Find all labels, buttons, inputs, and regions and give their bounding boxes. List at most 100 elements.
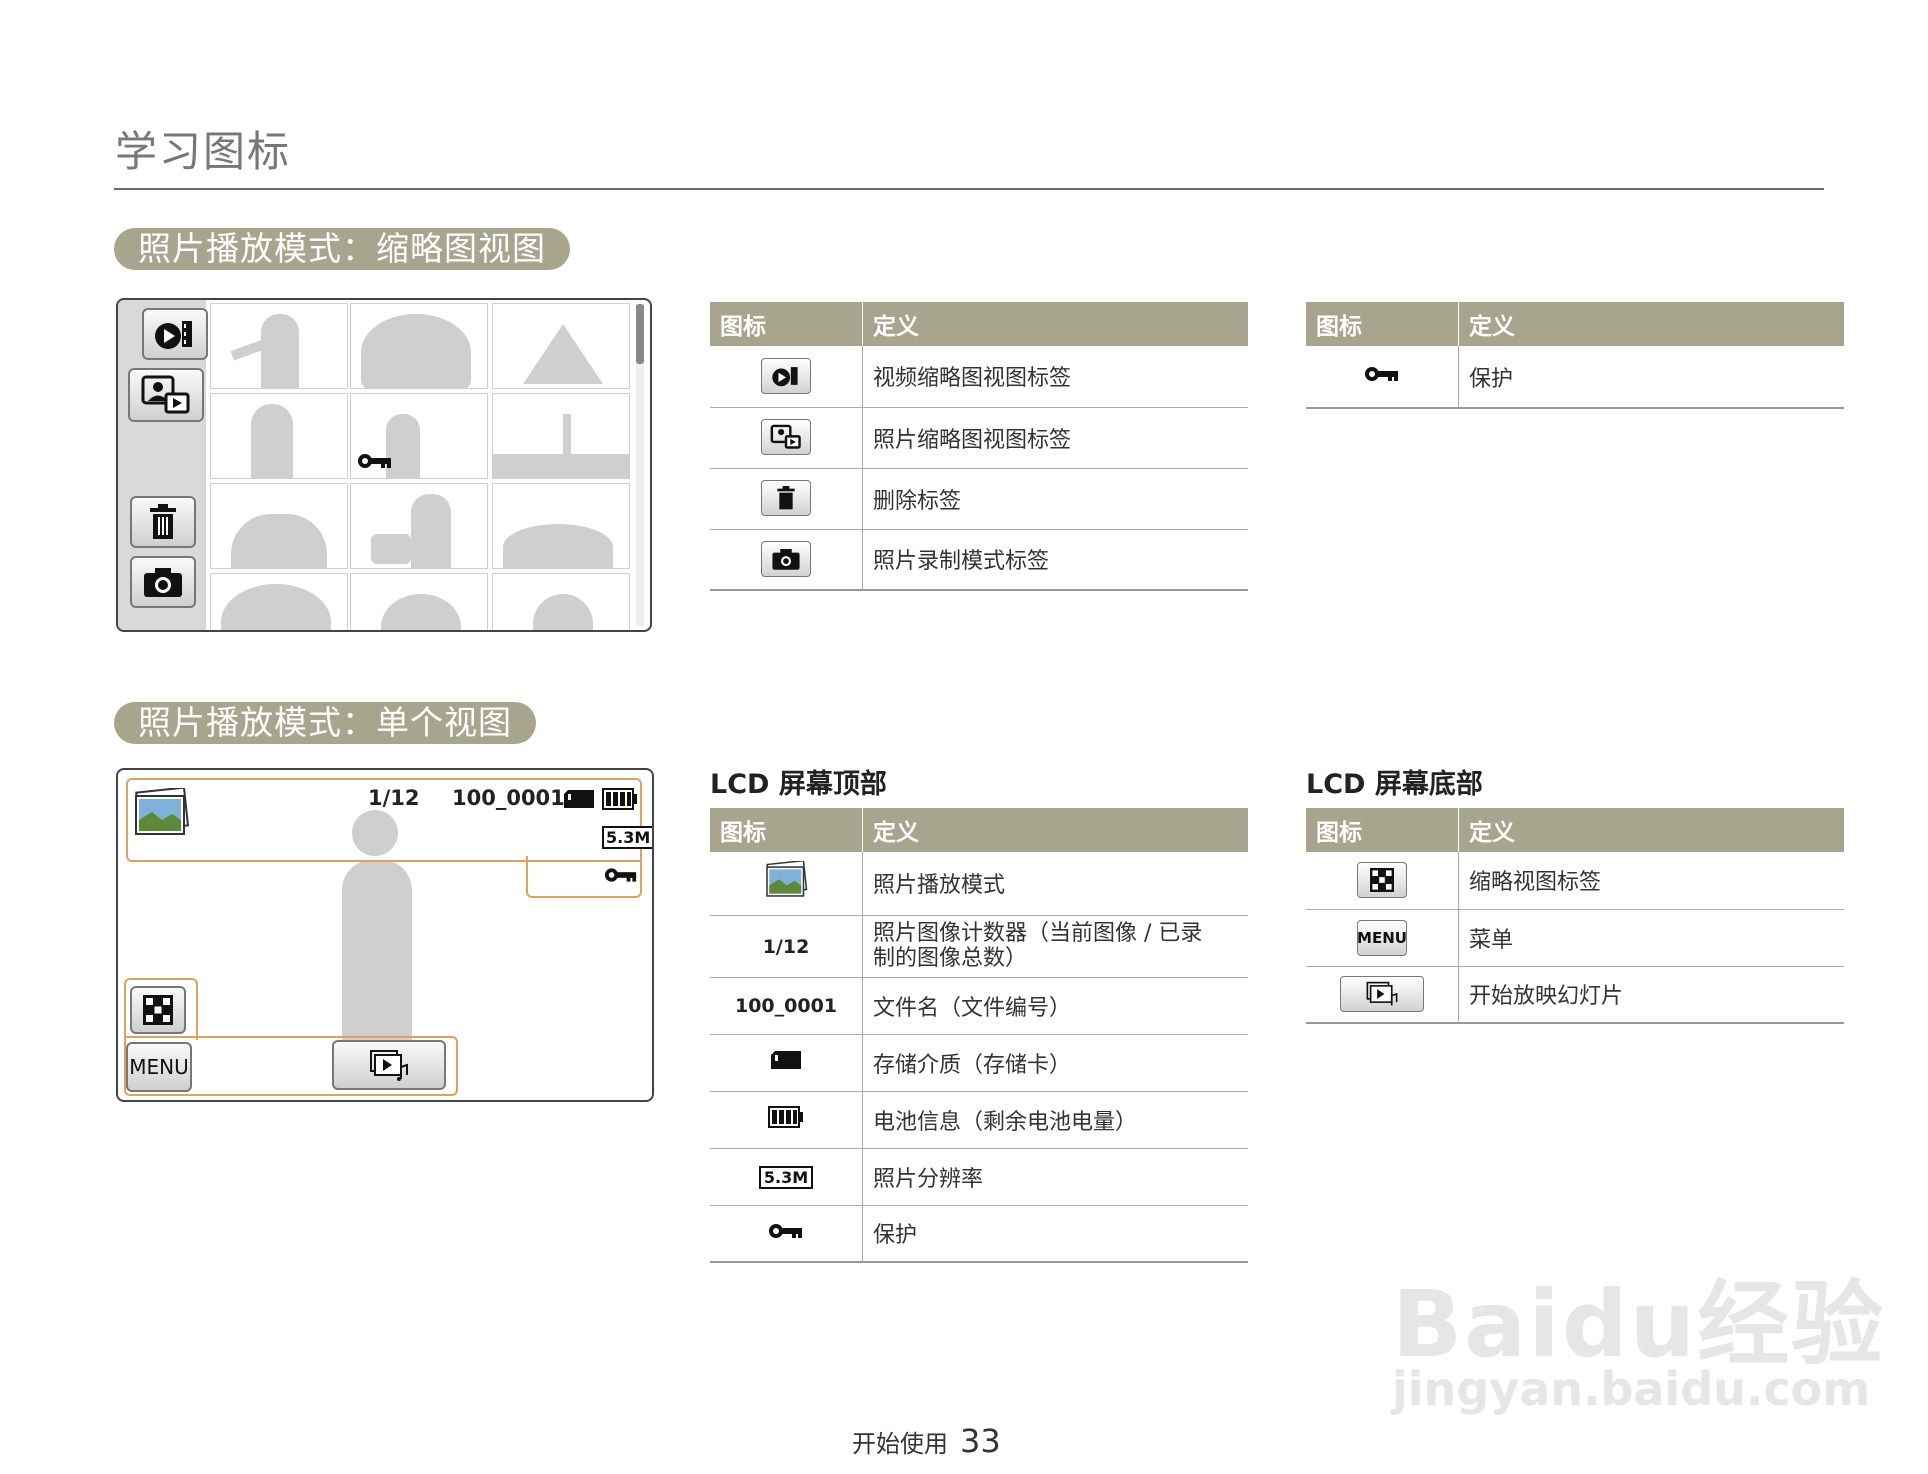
table-heading-top: LCD 屏幕顶部 xyxy=(710,769,887,800)
resolution-icon: 5.3M xyxy=(758,1166,814,1189)
table-row: 照片录制模式标签 xyxy=(710,529,1248,591)
thumbnail-image[interactable] xyxy=(210,573,348,630)
image-counter-label: 1/12 xyxy=(762,935,810,958)
footer-label: 开始使用 xyxy=(852,1430,948,1458)
table-row: 电池信息（剩余电池电量） xyxy=(710,1091,1248,1149)
definition-text: 缩略视图标签 xyxy=(1458,852,1844,910)
thumbnail-view-button[interactable] xyxy=(130,986,186,1034)
table-row: 照片播放模式 xyxy=(710,852,1248,916)
column-header: 定义 xyxy=(1458,302,1844,346)
column-header: 图标 xyxy=(1306,808,1459,852)
thumbnail-image[interactable] xyxy=(210,393,348,479)
menu-button[interactable]: MENU xyxy=(126,1042,192,1092)
table-heading-bottom: LCD 屏幕底部 xyxy=(1306,769,1483,800)
table-row: 保护 xyxy=(1306,346,1844,409)
scrollbar-track[interactable] xyxy=(636,304,644,626)
key-icon xyxy=(769,1223,802,1238)
thumbnail-view-icon xyxy=(143,995,173,1025)
table-row: 视频缩略图视图标签 xyxy=(710,346,1248,408)
definition-text: 制的图像总数） xyxy=(873,946,1028,971)
section-title-thumbnail: 照片播放模式：缩略图视图 xyxy=(114,228,570,270)
table-row: 5.3M 照片分辨率 xyxy=(710,1148,1248,1206)
column-header: 图标 xyxy=(710,808,863,852)
trash-icon xyxy=(761,480,811,516)
photo-playback-icon xyxy=(766,860,808,897)
video-thumbnail-tab-icon xyxy=(761,357,811,394)
definition-text: 保护 xyxy=(1458,346,1844,409)
photo-thumbnail-tab[interactable] xyxy=(128,368,204,422)
battery-icon xyxy=(768,1105,803,1128)
page-number: 33 xyxy=(960,1422,1001,1460)
photo-thumbnail-tab-icon xyxy=(761,418,811,455)
camera-icon xyxy=(144,568,182,597)
photo-record-tab[interactable] xyxy=(130,556,196,608)
lcd-bottom-table: 图标 定义 缩略视图标签 MENU 菜单 开始放映幻灯片 xyxy=(1306,808,1844,1024)
table-row: 开始放映幻灯片 xyxy=(1306,966,1844,1024)
definition-text: 照片播放模式 xyxy=(862,852,1248,916)
thumbnail-image[interactable] xyxy=(492,483,630,569)
slideshow-icon xyxy=(370,1050,408,1081)
table-row: 缩略视图标签 xyxy=(1306,852,1844,910)
column-header: 定义 xyxy=(862,808,1248,852)
page-title: 学习图标 xyxy=(115,127,292,176)
thumbnail-protect-table: 图标 定义 保护 xyxy=(1306,302,1844,409)
definition-text: 开始放映幻灯片 xyxy=(1458,966,1844,1024)
thumbnail-image[interactable] xyxy=(492,393,630,479)
thumbnail-image[interactable] xyxy=(350,393,488,479)
definition-text: 文件名（文件编号） xyxy=(862,977,1248,1035)
image-counter: 1/12 xyxy=(368,786,420,810)
column-header: 定义 xyxy=(862,302,1248,346)
thumbnail-image[interactable] xyxy=(492,303,630,389)
thumbnail-image[interactable] xyxy=(492,573,630,630)
definition-text: 删除标签 xyxy=(862,468,1248,530)
table-row: 保护 xyxy=(710,1205,1248,1263)
definition-text: 存储介质（存储卡） xyxy=(862,1034,1248,1092)
scrollbar-thumb[interactable] xyxy=(636,304,644,364)
battery-icon xyxy=(602,788,637,810)
thumbnail-view-icon xyxy=(1357,862,1407,899)
definition-text: 保护 xyxy=(862,1205,1248,1263)
section-title-single: 照片播放模式：单个视图 xyxy=(114,702,536,744)
page-footer: 开始使用 33 xyxy=(852,1422,1001,1460)
table-row: 照片缩略图视图标签 xyxy=(710,407,1248,469)
definition-text: 照片分辨率 xyxy=(862,1148,1248,1206)
definition-text: 照片录制模式标签 xyxy=(862,529,1248,591)
trash-icon xyxy=(150,504,176,539)
key-icon xyxy=(358,454,391,468)
definition-text: 照片图像计数器（当前图像 / 已录 xyxy=(873,921,1203,946)
table-row: MENU 菜单 xyxy=(1306,909,1844,967)
slideshow-icon xyxy=(1340,975,1424,1012)
definition-text: 照片缩略图视图标签 xyxy=(862,407,1248,469)
thumbnail-image[interactable] xyxy=(210,483,348,569)
table-row: 1/12 照片图像计数器（当前图像 / 已录 制的图像总数） xyxy=(710,915,1248,978)
watermark-url: jingyan.baidu.com xyxy=(1392,1362,1871,1416)
key-icon xyxy=(1365,367,1398,381)
thumbnail-image[interactable] xyxy=(210,303,348,389)
column-header: 图标 xyxy=(1306,302,1459,346)
lcd-top-table: 图标 定义 照片播放模式 1/12 照片图像计数器（当前图像 / 已录 制的图像总… xyxy=(710,808,1248,1263)
column-header: 图标 xyxy=(710,302,863,346)
file-name-label: 100_0001 xyxy=(734,995,838,1017)
table-row: 删除标签 xyxy=(710,468,1248,530)
column-header: 定义 xyxy=(1458,808,1844,852)
thumbnail-image[interactable] xyxy=(350,573,488,630)
delete-tab[interactable] xyxy=(130,496,196,548)
thumbnail-image[interactable] xyxy=(350,483,488,569)
menu-label: MENU xyxy=(129,1055,189,1079)
definition-text: 菜单 xyxy=(1458,909,1844,967)
thumbnail-icons-table: 图标 定义 视频缩略图视图标签 照片缩略图视图标签 删除标签 照片录制模式标签 xyxy=(710,302,1248,591)
video-thumbnail-tab[interactable] xyxy=(142,308,208,360)
thumbnail-image[interactable] xyxy=(350,303,488,389)
storage-card-icon xyxy=(771,1051,801,1069)
single-view-screen: 1/12 100_0001 5.3M MENU xyxy=(116,768,654,1102)
menu-icon: MENU xyxy=(1357,919,1407,956)
table-row: 存储介质（存储卡） xyxy=(710,1034,1248,1092)
key-icon xyxy=(604,868,637,882)
storage-card-icon xyxy=(564,790,594,808)
video-thumbnail-tab-icon xyxy=(155,321,192,349)
table-row: 100_0001 文件名（文件编号） xyxy=(710,977,1248,1035)
slideshow-button[interactable] xyxy=(332,1040,446,1090)
photo-playback-icon xyxy=(135,788,190,835)
photo-thumbnail-tab-icon xyxy=(141,375,190,414)
file-name: 100_0001 xyxy=(452,786,565,810)
